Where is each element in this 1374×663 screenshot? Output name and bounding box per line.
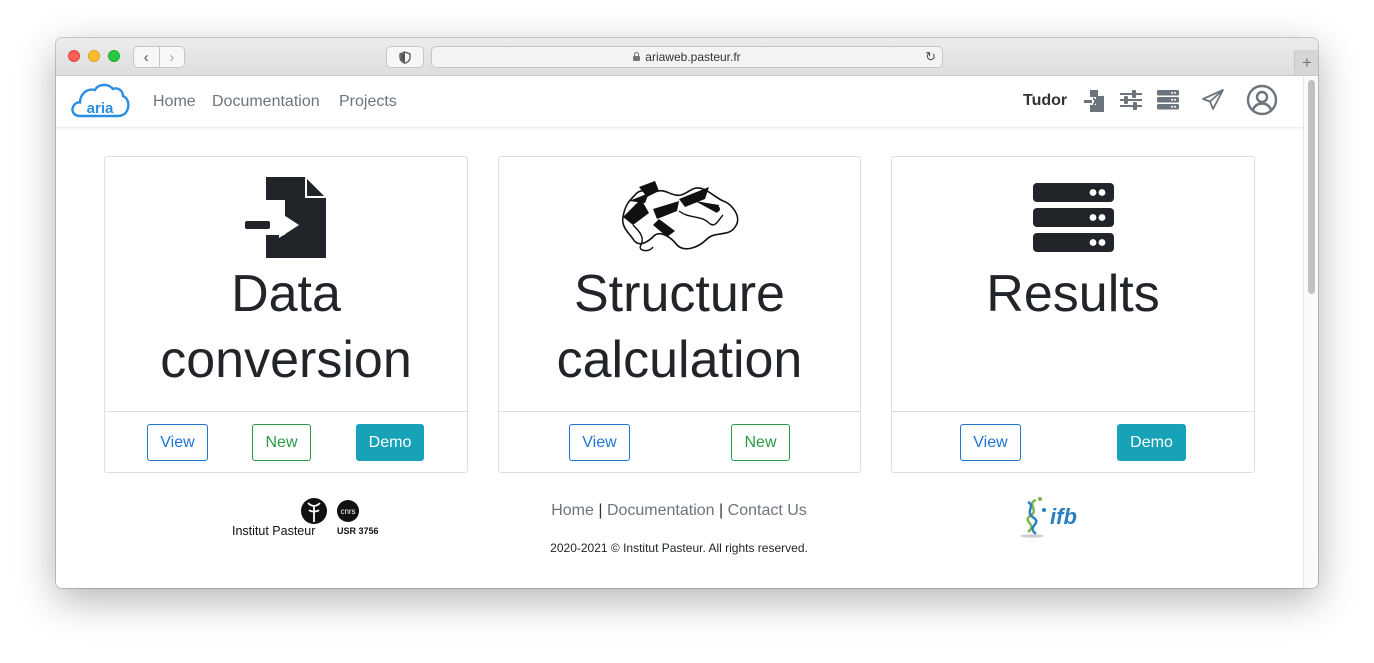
copyright-text: 2020-2021 © Institut Pasteur. All rights… [550, 541, 808, 555]
lock-icon [633, 52, 641, 61]
footer-link-contact[interactable]: Contact Us [728, 502, 807, 519]
scrollbar-thumb[interactable] [1308, 80, 1315, 294]
address-bar[interactable]: ariaweb.pasteur.fr ↻ [431, 46, 943, 68]
new-button[interactable]: New [252, 424, 311, 461]
file-import-icon[interactable] [1084, 89, 1104, 113]
view-button[interactable]: View [960, 424, 1021, 461]
footer-link-home[interactable]: Home [551, 502, 594, 519]
new-button[interactable]: New [731, 424, 790, 461]
view-button[interactable]: View [569, 424, 630, 461]
top-navbar: aria Home Documentation Projects Tudor [56, 76, 1303, 128]
footer-separator: | [719, 502, 724, 519]
card-title-line1: Results [986, 265, 1160, 323]
card-structure-calculation: Structure calculation View New [498, 156, 861, 473]
protein-structure-icon [621, 181, 739, 252]
history-nav: ‹ › [133, 46, 185, 68]
zoom-window-button[interactable] [108, 50, 120, 62]
footer-links: Home | Documentation | Contact Us [496, 502, 862, 520]
card-results: Results View Demo [891, 156, 1255, 473]
pasteur-text: Institut Pasteur [232, 524, 316, 538]
sliders-icon[interactable] [1120, 90, 1142, 110]
footer-link-documentation[interactable]: Documentation [607, 502, 715, 519]
file-import-icon [245, 177, 326, 258]
ifb-logo[interactable]: ifb [1018, 496, 1098, 538]
cnrs-logo-icon: cnrs [337, 500, 359, 522]
demo-button[interactable]: Demo [1117, 424, 1186, 461]
card-title-line1: Data [231, 265, 341, 323]
view-button[interactable]: View [147, 424, 208, 461]
card-footer: View Demo [892, 411, 1254, 474]
server-icon[interactable] [1157, 90, 1179, 110]
card-title-line2: conversion [160, 331, 412, 389]
ifb-logo-icon [1020, 497, 1046, 538]
card-footer: View New Demo [105, 411, 467, 474]
card-data-conversion: Data conversion View New Demo [104, 156, 468, 473]
close-window-button[interactable] [68, 50, 80, 62]
pasteur-cnrs-logo[interactable]: cnrs Institut Pasteur USR 3756 [232, 498, 384, 538]
title-bar: ‹ › ariaweb.pasteur.fr ↻ + [56, 38, 1318, 76]
nav-link-documentation[interactable]: Documentation [212, 93, 320, 111]
privacy-shield-icon[interactable] [386, 46, 424, 68]
browser-window: ‹ › ariaweb.pasteur.fr ↻ + aria Home Doc… [56, 38, 1318, 588]
paper-plane-icon[interactable] [1201, 89, 1225, 111]
card-footer: View New [499, 411, 860, 474]
aria-logo[interactable]: aria [70, 82, 130, 125]
vertical-scrollbar[interactable] [1303, 76, 1318, 588]
demo-button[interactable]: Demo [356, 424, 424, 461]
new-tab-button[interactable]: + [1294, 50, 1318, 75]
cnrs-text: cnrs [340, 507, 355, 516]
ifb-text: ifb [1050, 504, 1077, 529]
minimize-window-button[interactable] [88, 50, 100, 62]
footer-separator: | [598, 502, 603, 519]
forward-icon[interactable]: › [158, 47, 185, 67]
logo-text: aria [87, 100, 114, 117]
page-content: aria Home Documentation Projects Tudor D… [56, 76, 1303, 588]
usr-text: USR 3756 [337, 526, 379, 536]
card-title-line1: Structure [574, 265, 785, 323]
back-icon[interactable]: ‹ [134, 47, 159, 67]
nav-link-projects[interactable]: Projects [339, 93, 397, 111]
user-circle-icon[interactable] [1246, 84, 1278, 116]
pasteur-logo-icon [301, 498, 327, 524]
reload-icon[interactable]: ↻ [925, 49, 936, 65]
user-name[interactable]: Tudor [1023, 92, 1067, 110]
nav-link-home[interactable]: Home [153, 93, 196, 111]
card-title-line2: calculation [556, 331, 803, 389]
server-icon [1033, 183, 1114, 252]
url-text: ariaweb.pasteur.fr [645, 50, 741, 64]
